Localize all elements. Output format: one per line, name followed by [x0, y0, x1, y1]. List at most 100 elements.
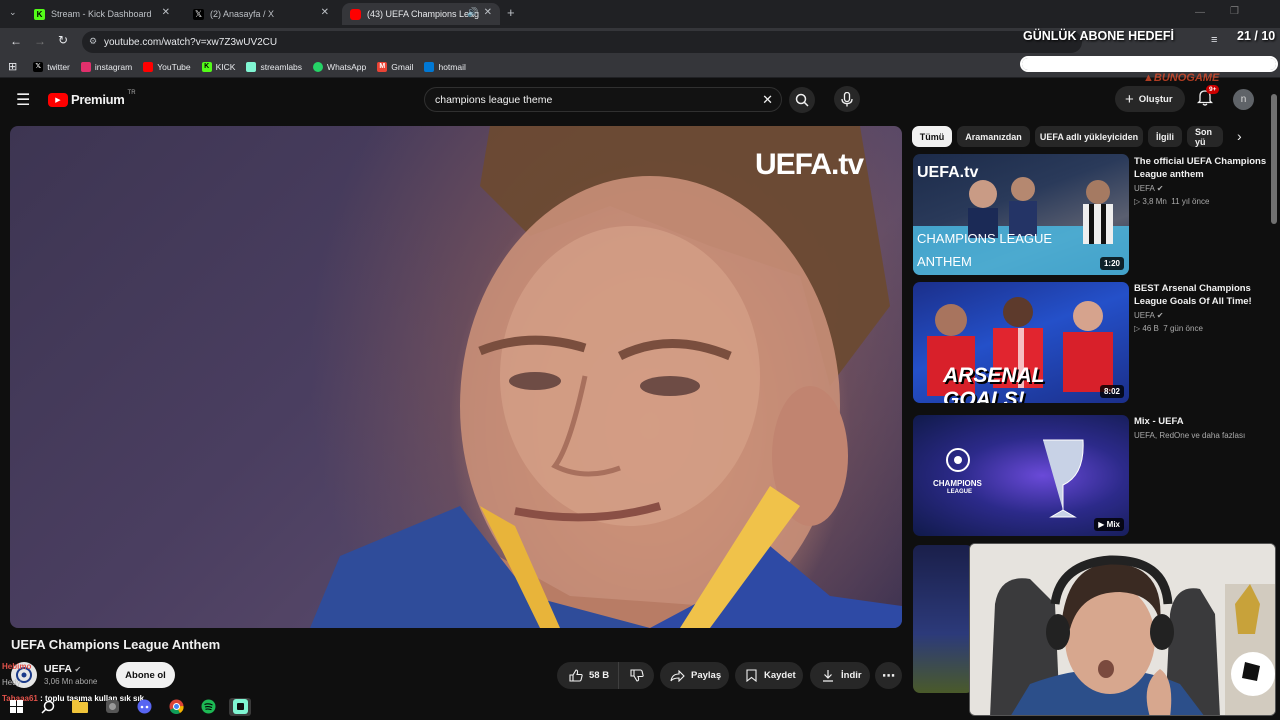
bookmark-label: streamlabs [260, 61, 303, 72]
back-icon[interactable]: ← [10, 34, 22, 48]
tab-x-home[interactable]: 𝕏 (2) Anasayfa / X ✕ [185, 3, 337, 25]
chip-from-uploader[interactable]: UEFA adlı yükleyiciden [1035, 126, 1143, 147]
search-input[interactable]: champions league theme ✕ [424, 87, 782, 112]
rec-thumbnail[interactable]: CHAMPIONS LEAGUE ▶ Mix [913, 415, 1129, 536]
maximize-icon[interactable]: ❐ [1230, 6, 1239, 17]
bookmark-whatsapp[interactable]: WhatsApp [313, 61, 367, 72]
rec-thumbnail[interactable]: UEFA.tv CHAMPIONS LEAGUE ANTHEM 1:20 [913, 154, 1129, 275]
close-icon[interactable]: ✕ [321, 7, 329, 18]
url-text: youtube.com/watch?v=xw7Z3wUV2CU [104, 36, 278, 48]
minimize-icon[interactable]: — [1195, 7, 1205, 18]
address-bar[interactable]: ⚙ youtube.com/watch?v=xw7Z3wUV2CU [82, 31, 1082, 53]
thumb-text: LEAGUE [947, 489, 973, 495]
save-button[interactable]: Kaydet [735, 662, 803, 689]
rec-title[interactable]: BEST Arsenal Champions League Goals Of A… [1134, 282, 1270, 308]
streamlabs-icon [246, 61, 257, 72]
close-icon[interactable]: ✕ [484, 7, 492, 18]
audio-playing-icon[interactable]: 🔊 [467, 7, 478, 18]
youtube-premium-logo[interactable]: ▶ Premium TR [48, 90, 136, 107]
x-icon: 𝕏 [33, 61, 44, 72]
discord-icon[interactable] [133, 698, 155, 716]
channel-name[interactable]: UEFA ✔ [44, 663, 81, 675]
search-button[interactable] [789, 87, 815, 113]
rec-title[interactable]: The official UEFA Champions League anthe… [1134, 155, 1270, 181]
download-button[interactable]: İndir [810, 662, 870, 689]
instagram-icon [80, 61, 91, 72]
new-tab-button[interactable]: + [507, 5, 515, 20]
windows-start-icon[interactable] [5, 698, 27, 716]
chevron-right-icon[interactable]: › [1237, 128, 1242, 144]
spotify-icon[interactable] [197, 698, 219, 716]
logo-text: Premium [71, 92, 125, 107]
bookmark-kick[interactable]: K KICK [201, 61, 235, 72]
forward-icon[interactable]: → [34, 34, 46, 48]
more-actions-button[interactable]: ⋯ [875, 662, 902, 689]
bookmark-gmail[interactable]: M Gmail [377, 61, 413, 72]
close-icon[interactable]: ✕ [162, 7, 170, 18]
subscribe-button[interactable]: Abone ol [116, 662, 175, 688]
tab-label: (2) Anasayfa / X [210, 9, 275, 19]
bookmark-label: WhatsApp [327, 61, 367, 72]
verified-icon: ✔ [1156, 311, 1164, 320]
rec-channel[interactable]: UEFA ✔ [1134, 184, 1163, 193]
chat-message: Hedy [2, 678, 21, 687]
whatsapp-icon [313, 61, 324, 72]
apps-grid-icon[interactable]: ⊞ [8, 60, 17, 73]
site-info-icon[interactable]: ⚙ [89, 36, 97, 47]
tab-label: Stream - Kick Dashboard [51, 9, 152, 19]
goal-label: GÜNLÜK ABONE HEDEFİ [1023, 29, 1174, 43]
bookmark-label: twitter [47, 61, 70, 72]
share-button[interactable]: Paylaş [660, 662, 729, 689]
chip-all[interactable]: Tümü [912, 126, 952, 147]
file-explorer-icon[interactable] [69, 698, 91, 716]
youtube-play-logo-icon: ▶ [48, 92, 68, 107]
create-button[interactable]: + Oluştur [1115, 86, 1185, 112]
search-icon[interactable] [37, 698, 59, 716]
rec-title[interactable]: Mix - UEFA [1134, 415, 1270, 428]
webcam-image [970, 544, 1275, 715]
chip-from-search[interactable]: Aramanızdan [957, 126, 1030, 147]
youtube-icon [143, 61, 154, 72]
rec-thumbnail[interactable] [913, 545, 973, 693]
dislike-button[interactable] [619, 662, 654, 689]
voice-search-button[interactable] [834, 86, 860, 112]
mix-badge: ▶ Mix [1094, 518, 1124, 531]
thumb-text: UEFA.tv [917, 164, 979, 181]
video-watermark: UEFA.tv [755, 148, 864, 181]
reload-icon[interactable]: ↻ [58, 33, 68, 47]
bookmark-label: hotmail [438, 61, 466, 72]
bookmark-twitter[interactable]: 𝕏twitter [33, 61, 70, 72]
bookmark-hotmail[interactable]: hotmail [424, 61, 466, 72]
upload-age: 11 yıl önce [1171, 197, 1210, 206]
tab-kick-dashboard[interactable]: K Stream - Kick Dashboard ✕ [26, 3, 178, 25]
thumb-text: ANTHEM [917, 254, 972, 269]
youtube-icon [350, 8, 361, 20]
rec-channel[interactable]: UEFA, RedOne ve daha fazlası [1134, 431, 1245, 440]
rec-channel[interactable]: UEFA ✔ [1134, 311, 1163, 320]
tab-search-chevron-icon[interactable]: ⌄ [9, 7, 17, 18]
tab-youtube-uefa[interactable]: (43) UEFA Champions Leag 🔊 ✕ [342, 3, 500, 25]
bookmark-youtube[interactable]: YouTube [143, 61, 191, 72]
app-icon[interactable] [101, 698, 123, 716]
like-button[interactable]: 58 B [557, 662, 619, 689]
notifications-button[interactable]: 9+ [1196, 85, 1220, 111]
bookmark-instagram[interactable]: instagram [80, 61, 132, 72]
chip-recent[interactable]: Son yü [1187, 126, 1223, 147]
clear-search-icon[interactable]: ✕ [762, 92, 773, 108]
like-count: 58 B [589, 670, 610, 681]
avatar[interactable]: n [1233, 89, 1254, 110]
flame-icon: ▲ [1143, 72, 1154, 84]
view-count: 3,8 Mn [1142, 197, 1167, 206]
chip-related[interactable]: İlgili [1148, 126, 1182, 147]
chrome-icon[interactable] [165, 698, 187, 716]
page-scrollbar[interactable] [1271, 94, 1277, 224]
x-icon: 𝕏 [193, 8, 204, 20]
rec-thumbnail[interactable]: ARSENAL GOALS! 8:02 [913, 282, 1129, 403]
youtube-header: ☰ ▶ Premium TR champions league theme ✕ … [0, 79, 1280, 121]
menu-hamburger-icon[interactable]: ☰ [16, 90, 30, 110]
view-count: 46 B [1142, 324, 1159, 333]
bookmark-streamlabs[interactable]: streamlabs [246, 61, 303, 72]
thumbs-up-icon [569, 669, 583, 682]
video-player[interactable]: UEFA.tv [10, 126, 902, 628]
streamlabs-icon[interactable] [229, 697, 251, 716]
